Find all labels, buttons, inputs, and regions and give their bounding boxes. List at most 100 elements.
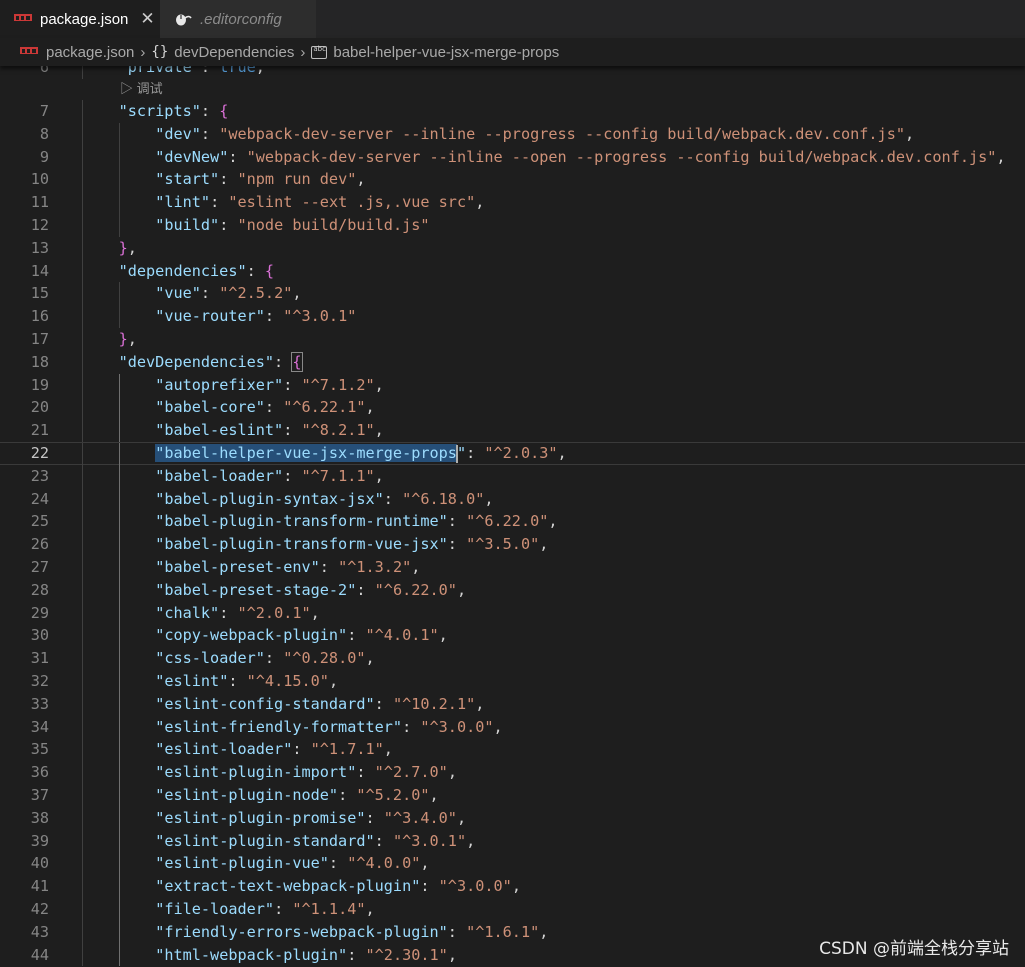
json-key: "build" (155, 216, 220, 234)
code-line[interactable]: 24 "babel-plugin-syntax-jsx": "^6.18.0", (0, 487, 1025, 511)
json-key: "babel-core" (155, 398, 265, 417)
json-key: "friendly-errors-webpack-plugin" (155, 922, 448, 941)
close-icon[interactable]: ✕ (140, 9, 154, 29)
json-punctuation: , (447, 763, 457, 782)
code-line[interactable]: 30 "copy-webpack-plugin": "^4.0.1", (0, 624, 1025, 648)
json-key: "start" (155, 170, 220, 189)
code-line[interactable]: 6 "private": true, (0, 66, 1025, 79)
code-line[interactable]: 10 "start": "npm run dev", (0, 168, 1025, 192)
string-symbol-icon (311, 45, 328, 59)
code-line[interactable]: 8 "dev": "webpack-dev-server --inline --p… (0, 122, 1025, 146)
indent-guide (118, 533, 120, 556)
code-line[interactable]: 26 "babel-plugin-transform-vue-jsx": "^3.… (0, 533, 1025, 556)
json-value: "^1.6.1" (466, 922, 540, 941)
code-line[interactable]: 14 "dependencies": { (0, 259, 1025, 283)
indent-guide (118, 510, 120, 534)
json-value: "^1.3.2" (338, 558, 412, 576)
code-line[interactable]: 9 "devNew": "webpack-dev-server --inline … (0, 145, 1025, 169)
line-number: 26 (30, 535, 49, 554)
code-text: "devDependencies": { (119, 351, 303, 374)
code-line[interactable]: 41 "extract-text-webpack-plugin": "^3.0.0… (0, 875, 1025, 898)
code-line[interactable]: 15 "vue": "^2.5.2", (0, 282, 1025, 306)
indent-guide (82, 533, 83, 556)
code-line[interactable]: 19 "autoprefixer": "^7.1.2", (0, 373, 1025, 397)
code-line[interactable]: 40 "eslint-plugin-vue": "^4.0.0", (0, 852, 1025, 876)
json-key: "chalk" (155, 603, 220, 622)
code-line[interactable]: 27 "babel-preset-env": "^1.3.2", (0, 556, 1025, 579)
json-punctuation: , (438, 626, 448, 645)
json-punctuation: : (283, 421, 302, 440)
breadcrumb-section[interactable]: devDependencies (174, 44, 294, 61)
code-line[interactable]: 22 "babel-helper-vue-jsx-merge-props": "^… (0, 442, 1025, 466)
indent-guide (82, 464, 83, 488)
json-punctuation: , (429, 786, 439, 804)
debug-codelens[interactable]: ▷ 调试 (120, 80, 163, 98)
line-number: 27 (30, 558, 49, 576)
indent-guide (82, 396, 83, 420)
indent-guide (82, 875, 83, 898)
tab-editorconfig[interactable]: .editorconfig (160, 0, 317, 38)
code-text: "vue": "^2.5.2", (155, 282, 301, 305)
code-text: "file-loader": "^1.1.4", (155, 898, 374, 921)
code-text: "scripts": { (119, 100, 229, 123)
code-line[interactable]: 28 "babel-preset-stage-2": "^6.22.0", (0, 578, 1025, 602)
code-line[interactable]: 31 "css-loader": "^0.28.0", (0, 647, 1025, 670)
json-punctuation: : (292, 740, 311, 759)
code-line[interactable]: 11 "lint": "eslint --ext .js,.vue src", (0, 191, 1025, 214)
json-punctuation: : (283, 375, 302, 394)
code-line[interactable]: 7 "scripts": { (0, 100, 1025, 123)
json-key: "html-webpack-plugin" (155, 945, 348, 964)
chevron-right-icon: › (140, 43, 146, 61)
code-line[interactable]: 36 "eslint-plugin-import": "^2.7.0", (0, 761, 1025, 784)
json-punctuation: , (456, 580, 467, 599)
json-punctuation: , (255, 66, 265, 76)
code-line[interactable]: 20 "babel-core": "^6.22.1", (0, 396, 1025, 420)
code-line[interactable]: 38 "eslint-plugin-promise": "^3.4.0", (0, 806, 1025, 830)
indent-guide (82, 145, 83, 169)
code-text: "babel-eslint": "^8.2.1", (155, 419, 384, 442)
code-line[interactable]: 33 "eslint-config-standard": "^10.2.1", (0, 692, 1025, 716)
breadcrumb-item[interactable]: babel-helper-vue-jsx-merge-props (333, 44, 559, 61)
indent-guide (82, 829, 83, 853)
json-punctuation: , (420, 854, 430, 873)
code-line[interactable]: 16 "vue-router": "^3.0.1" (0, 305, 1025, 328)
json-key: "css-loader" (155, 649, 265, 668)
json-value: "^5.2.0" (356, 786, 430, 804)
code-line[interactable]: 21 "babel-eslint": "^8.2.1", (0, 419, 1025, 442)
json-punctuation: : (447, 512, 467, 531)
code-line[interactable]: 39 "eslint-plugin-standard": "^3.0.1", (0, 829, 1025, 853)
indent-guide (82, 556, 83, 579)
code-line[interactable]: 13}, (0, 236, 1025, 260)
tab-package-json[interactable]: package.json ✕ (0, 0, 160, 38)
breadcrumb-file[interactable]: package.json (46, 44, 134, 61)
line-number: 43 (30, 922, 49, 941)
code-line[interactable]: 42 "file-loader": "^1.1.4", (0, 898, 1025, 921)
indent-guide (118, 875, 120, 898)
line-number: 8 (39, 124, 49, 143)
code-line[interactable]: 25 "babel-plugin-transform-runtime": "^6.… (0, 510, 1025, 534)
indent-guide (82, 259, 83, 283)
code-line[interactable]: 32 "eslint": "^4.15.0", (0, 670, 1025, 693)
json-key: "lint" (155, 193, 211, 212)
code-line[interactable]: 37 "eslint-plugin-node": "^5.2.0", (0, 784, 1025, 807)
code-line[interactable]: 29 "chalk": "^2.0.1", (0, 601, 1025, 625)
code-line[interactable]: 35 "eslint-loader": "^1.7.1", (0, 738, 1025, 762)
code-line[interactable]: 17}, (0, 328, 1025, 351)
code-line[interactable]: 12 "build": "node build/build.js" (0, 214, 1025, 237)
code-text: "babel-preset-env": "^1.3.2", (155, 556, 420, 579)
code-line[interactable]: 23 "babel-loader": "^7.1.1", (0, 464, 1025, 488)
code-text: "build": "node build/build.js" (155, 214, 429, 237)
indent-guide (118, 738, 120, 762)
json-value: "^6.22.0" (374, 580, 457, 599)
code-line[interactable]: 34 "eslint-friendly-formatter": "^3.0.0", (0, 715, 1025, 739)
code-text: "devNew": "webpack-dev-server --inline -… (155, 146, 1005, 169)
code-line[interactable]: 18 "devDependencies": { (0, 350, 1025, 374)
indent-guide (82, 601, 83, 625)
code-text: "babel-plugin-transform-runtime": "^6.22… (155, 510, 557, 533)
json-punctuation: , (310, 603, 320, 622)
code-text: "babel-plugin-syntax-jsx": "^6.18.0", (155, 488, 493, 511)
json-punctuation: : (328, 854, 348, 873)
indent-guide (118, 373, 120, 397)
code-editor[interactable]: ▷ 调试 6 "private": true, 7 "scripts": {8 "dev… (0, 66, 1025, 967)
json-value: "webpack-dev-server --inline --progress … (219, 124, 905, 143)
